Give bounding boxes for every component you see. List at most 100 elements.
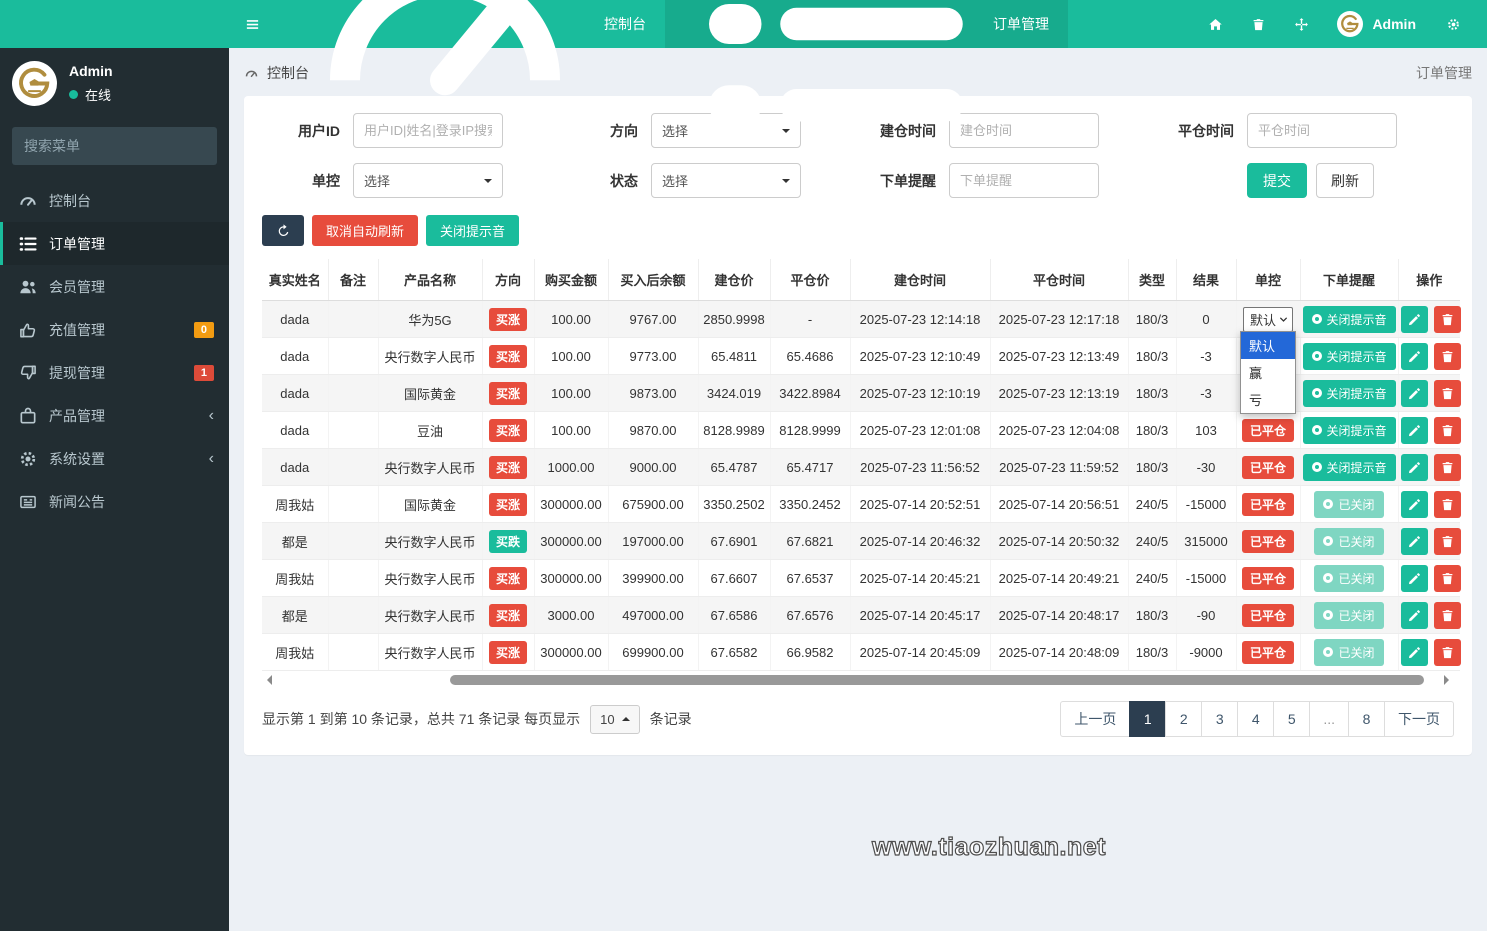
cell-control: 已平仓 <box>1236 523 1300 560</box>
settings-button[interactable] <box>1432 17 1475 32</box>
cell-close_time: 2025-07-23 12:17:18 <box>990 301 1128 338</box>
search-icon[interactable] <box>205 139 217 154</box>
order-sound-label: 已关闭 <box>1338 533 1374 550</box>
close-sound-button[interactable]: 关闭提示音 <box>426 215 519 246</box>
edit-button[interactable] <box>1401 528 1428 555</box>
sidebar-toggle-button[interactable] <box>229 0 276 48</box>
page-button[interactable]: 上一页 <box>1060 701 1130 737</box>
pencil-icon <box>1407 534 1422 549</box>
delete-button[interactable] <box>1434 639 1461 666</box>
watermark: www.tiaozhuan.net <box>872 833 1106 862</box>
sidebar-item[interactable]: 控制台 <box>0 179 229 222</box>
filter-field: 平仓时间 <box>1156 113 1454 148</box>
order-sound-button[interactable]: 关闭提示音 <box>1303 306 1396 333</box>
page-size-value: 10 <box>600 712 614 727</box>
page-size-select[interactable]: 10 <box>590 705 639 734</box>
submit-button[interactable]: 提交 <box>1247 163 1307 198</box>
dropdown-option[interactable]: 默认 <box>1241 332 1295 359</box>
cell-direction: 买涨 <box>482 301 534 338</box>
page-button[interactable]: 3 <box>1201 701 1238 737</box>
order-sound-button[interactable]: 已关闭 <box>1314 639 1383 666</box>
edit-button[interactable] <box>1401 602 1428 629</box>
edit-button[interactable] <box>1401 417 1428 444</box>
page-button[interactable]: 5 <box>1273 701 1310 737</box>
page-button[interactable]: 8 <box>1348 701 1385 737</box>
cell-balance: 9000.00 <box>608 449 698 486</box>
horizontal-scrollbar[interactable] <box>262 673 1454 686</box>
closed-position-badge: 已平仓 <box>1242 419 1294 442</box>
avatar[interactable] <box>1337 11 1363 37</box>
cell-amount: 3000.00 <box>534 597 608 634</box>
sidebar-item[interactable]: 充值管理0 <box>0 308 229 351</box>
home-button[interactable] <box>1194 17 1237 32</box>
refresh-table-button[interactable] <box>262 215 304 246</box>
scrollbar-thumb[interactable] <box>450 675 1424 685</box>
gauge-icon <box>295 0 595 174</box>
delete-button[interactable] <box>1434 454 1461 481</box>
page-button[interactable]: 1 <box>1129 701 1166 737</box>
order-sound-button[interactable]: 已关闭 <box>1314 491 1383 518</box>
delete-button[interactable] <box>1434 417 1461 444</box>
cell-product: 央行数字人民币 <box>378 449 482 486</box>
sidebar-item[interactable]: 系统设置‹ <box>0 437 229 480</box>
sidebar-item[interactable]: 会员管理 <box>0 265 229 308</box>
page-button[interactable]: 下一页 <box>1384 701 1454 737</box>
delete-button[interactable] <box>1434 380 1461 407</box>
order-sound-button[interactable]: 关闭提示音 <box>1303 417 1396 444</box>
scrollbar-track[interactable] <box>275 675 1441 685</box>
column-header: 单控 <box>1236 259 1300 301</box>
edit-button[interactable] <box>1401 565 1428 592</box>
cell-balance: 9773.00 <box>608 338 698 375</box>
menu-search-input[interactable] <box>24 138 205 154</box>
order-sound-button[interactable]: 已关闭 <box>1314 565 1383 592</box>
scroll-left-arrow-icon[interactable] <box>262 675 272 685</box>
trash-icon <box>1440 497 1455 512</box>
delete-button[interactable] <box>1434 306 1461 333</box>
sidebar-item[interactable]: 提现管理1 <box>0 351 229 394</box>
pencil-icon <box>1407 571 1422 586</box>
scroll-right-arrow-icon[interactable] <box>1444 675 1454 685</box>
page-button[interactable]: 4 <box>1237 701 1274 737</box>
order-sound-label: 关闭提示音 <box>1327 348 1387 365</box>
dropdown-option[interactable]: 亏 <box>1241 386 1295 413</box>
edit-button[interactable] <box>1401 380 1428 407</box>
cell-result: -15000 <box>1176 560 1236 597</box>
filter-input[interactable] <box>1247 113 1397 148</box>
delete-button[interactable] <box>1434 602 1461 629</box>
control-select[interactable]: 默认 <box>1243 307 1293 332</box>
cell-remind: 已关闭 <box>1300 486 1398 523</box>
order-sound-button[interactable]: 关闭提示音 <box>1303 380 1396 407</box>
cell-amount: 300000.00 <box>534 486 608 523</box>
delete-button[interactable] <box>1434 565 1461 592</box>
sidebar-item[interactable]: 新闻公告 <box>0 480 229 523</box>
order-sound-button[interactable]: 关闭提示音 <box>1303 343 1396 370</box>
edit-button[interactable] <box>1401 306 1428 333</box>
user-menu[interactable]: Admin <box>1372 16 1432 32</box>
delete-button[interactable] <box>1434 491 1461 518</box>
sidebar-item[interactable]: 订单管理 <box>0 222 229 265</box>
order-sound-button[interactable]: 已关闭 <box>1314 528 1383 555</box>
cell-operations <box>1398 375 1460 412</box>
order-sound-button[interactable]: 关闭提示音 <box>1303 454 1396 481</box>
cell-remind: 关闭提示音 <box>1300 449 1398 486</box>
edit-button[interactable] <box>1401 343 1428 370</box>
sidebar-item[interactable]: 产品管理‹ <box>0 394 229 437</box>
fullscreen-button[interactable] <box>1280 17 1323 32</box>
cell-remind: 已关闭 <box>1300 523 1398 560</box>
tab-order-management[interactable]: 订单管理 <box>665 0 1068 48</box>
user-name: Admin <box>69 63 113 79</box>
edit-button[interactable] <box>1401 491 1428 518</box>
dropdown-option[interactable]: 赢 <box>1241 359 1295 386</box>
clear-button[interactable] <box>1237 17 1280 32</box>
refresh-button[interactable]: 刷新 <box>1316 163 1374 198</box>
cell-close_price: - <box>770 301 850 338</box>
cancel-auto-refresh-button[interactable]: 取消自动刷新 <box>312 215 418 246</box>
order-sound-button[interactable]: 已关闭 <box>1314 602 1383 629</box>
edit-button[interactable] <box>1401 454 1428 481</box>
delete-button[interactable] <box>1434 343 1461 370</box>
edit-button[interactable] <box>1401 639 1428 666</box>
cell-name: 都是 <box>262 597 328 634</box>
delete-button[interactable] <box>1434 528 1461 555</box>
tab-dashboard[interactable]: 控制台 <box>276 0 665 48</box>
page-button[interactable]: 2 <box>1165 701 1202 737</box>
